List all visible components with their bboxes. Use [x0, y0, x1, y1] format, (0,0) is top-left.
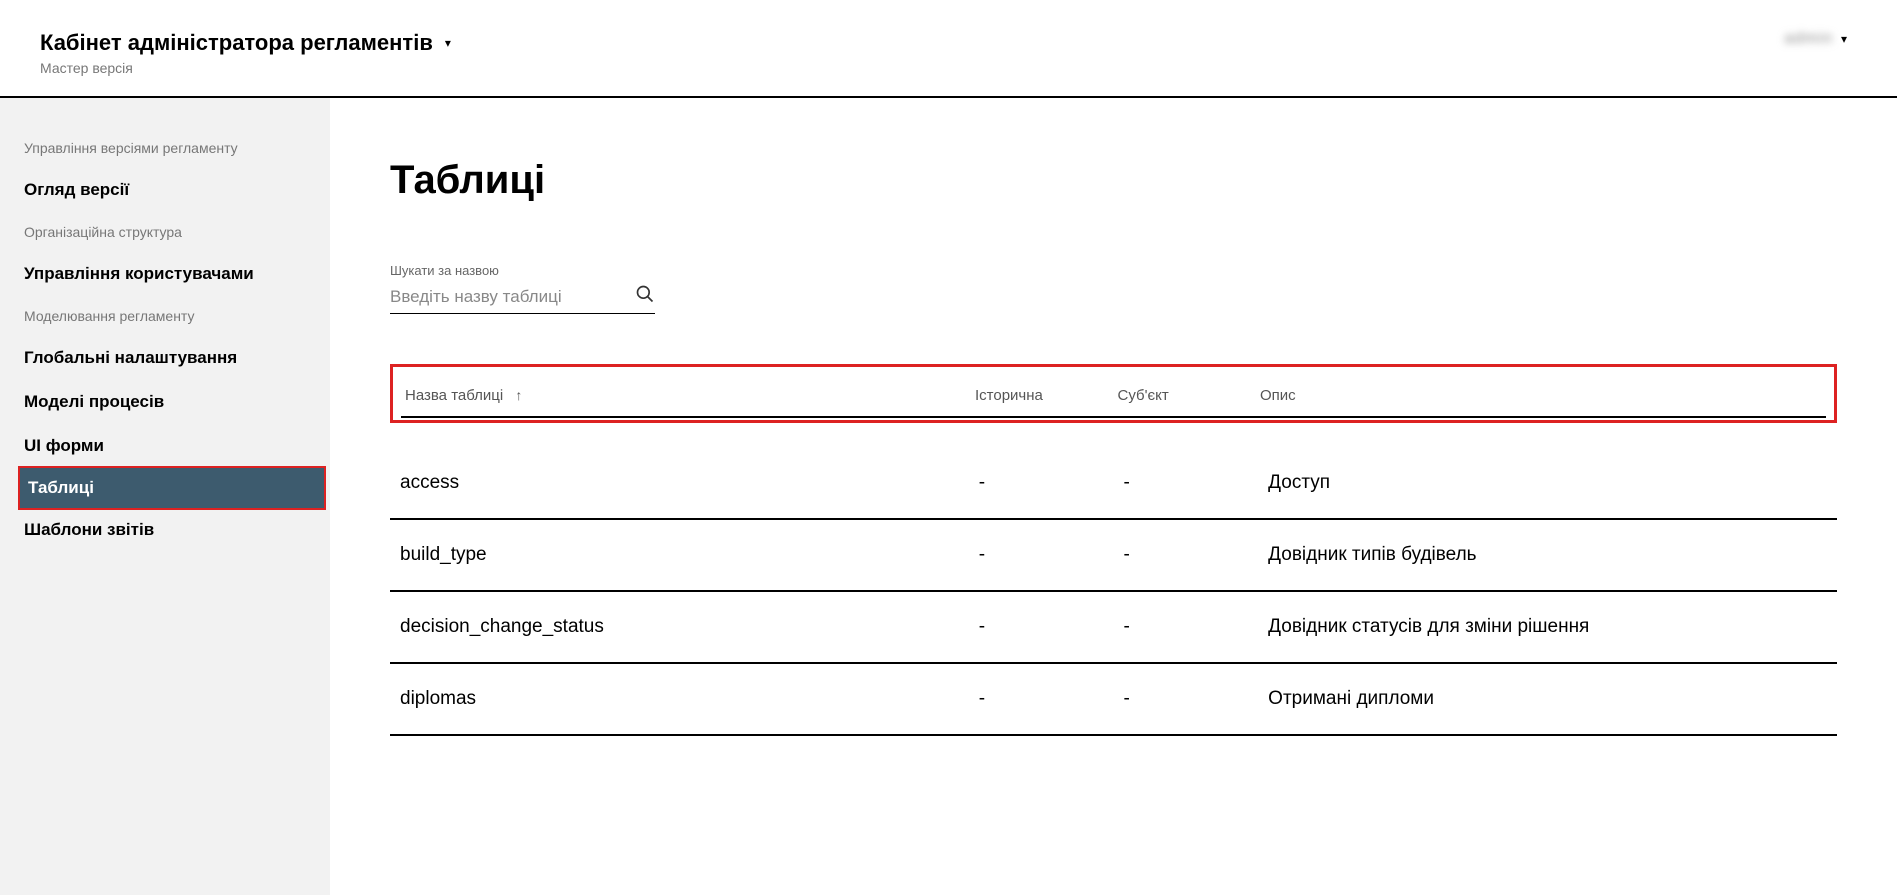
- app-header: Кабінет адміністратора регламентів ▾ Мас…: [0, 0, 1897, 98]
- app-title: Кабінет адміністратора регламентів: [40, 30, 433, 56]
- cell-historical: -: [969, 591, 1114, 663]
- sidebar-item[interactable]: UI форми: [0, 424, 330, 468]
- table-row[interactable]: access--Доступ: [390, 448, 1837, 519]
- main-content: Таблиці Шукати за назвою Назва таб: [330, 98, 1897, 895]
- search-icon[interactable]: [635, 284, 655, 309]
- sidebar-section-label: Моделювання регламенту: [0, 296, 330, 336]
- col-header-subject[interactable]: Суб'єкт: [1114, 381, 1257, 417]
- search-label: Шукати за назвою: [390, 263, 1837, 278]
- cell-subject: -: [1113, 448, 1258, 519]
- cell-historical: -: [969, 663, 1114, 735]
- user-name-blurred: admin: [1784, 30, 1833, 48]
- header-left: Кабінет адміністратора регламентів ▾ Мас…: [40, 30, 451, 76]
- table-row[interactable]: diplomas--Отримані дипломи: [390, 663, 1837, 735]
- cell-historical: -: [969, 448, 1114, 519]
- tables-list-body: access--Доступbuild_type--Довідник типів…: [390, 448, 1837, 736]
- search-row: [390, 284, 655, 314]
- cell-name: build_type: [390, 519, 969, 591]
- sidebar-item[interactable]: Управління користувачами: [0, 252, 330, 296]
- cell-description: Довідник типів будівель: [1258, 519, 1837, 591]
- title-dropdown-caret[interactable]: ▾: [445, 36, 451, 50]
- sidebar-section-label: Організаційна структура: [0, 212, 330, 252]
- sidebar: Управління версіями регламентуОгляд верс…: [0, 98, 330, 895]
- cell-description: Доступ: [1258, 448, 1837, 519]
- sidebar-item[interactable]: Моделі процесів: [0, 380, 330, 424]
- user-menu-caret[interactable]: ▾: [1841, 32, 1847, 46]
- cell-name: access: [390, 448, 969, 519]
- cell-subject: -: [1113, 591, 1258, 663]
- user-menu[interactable]: admin ▾: [1784, 30, 1857, 48]
- search-input[interactable]: [390, 287, 635, 307]
- col-header-name[interactable]: Назва таблиці ↑: [401, 381, 971, 417]
- table-header-highlight: Назва таблиці ↑ Історична Суб'єкт Опис: [390, 364, 1837, 423]
- cell-description: Довідник статусів для зміни рішення: [1258, 591, 1837, 663]
- cell-historical: -: [969, 519, 1114, 591]
- col-header-description[interactable]: Опис: [1256, 381, 1826, 417]
- search-block: Шукати за назвою: [390, 263, 1837, 314]
- page-title: Таблиці: [390, 158, 1837, 203]
- cell-name: decision_change_status: [390, 591, 969, 663]
- col-header-historical[interactable]: Історична: [971, 381, 1114, 417]
- sort-asc-icon[interactable]: ↑: [515, 387, 522, 403]
- table-row[interactable]: build_type--Довідник типів будівель: [390, 519, 1837, 591]
- sidebar-item[interactable]: Шаблони звітів: [0, 508, 330, 552]
- cell-subject: -: [1113, 663, 1258, 735]
- sidebar-item[interactable]: Глобальні налаштування: [0, 336, 330, 380]
- tables-list-header: Назва таблиці ↑ Історична Суб'єкт Опис: [401, 381, 1826, 418]
- sidebar-section-label: Управління версіями регламенту: [0, 128, 330, 168]
- col-header-name-label: Назва таблиці: [405, 387, 503, 404]
- table-row[interactable]: decision_change_status--Довідник статусі…: [390, 591, 1837, 663]
- sidebar-item[interactable]: Таблиці: [18, 466, 326, 510]
- sidebar-item[interactable]: Огляд версії: [0, 168, 330, 212]
- app-subtitle: Мастер версія: [40, 60, 451, 76]
- cell-name: diplomas: [390, 663, 969, 735]
- cell-subject: -: [1113, 519, 1258, 591]
- cell-description: Отримані дипломи: [1258, 663, 1837, 735]
